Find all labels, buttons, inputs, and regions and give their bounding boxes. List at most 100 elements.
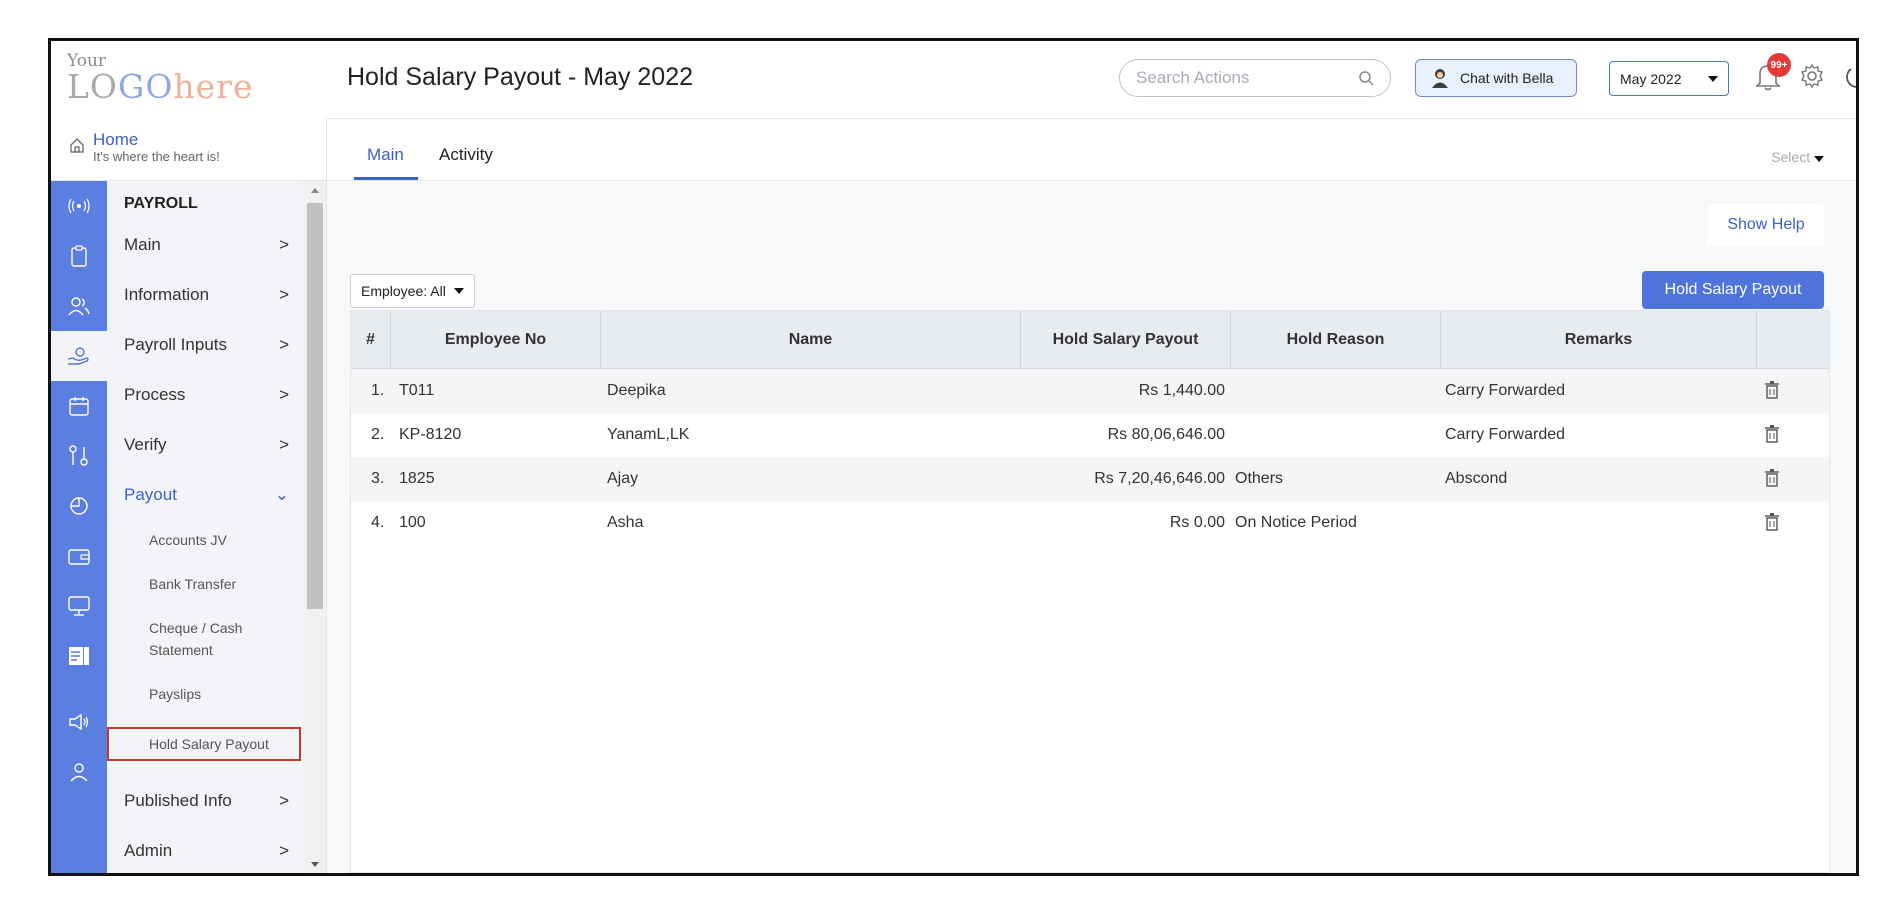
cell-employee-no: 1825 xyxy=(399,470,435,487)
sidebar-item-payout[interactable]: Payout ⌄ xyxy=(124,485,289,505)
cell-remarks: Carry Forwarded xyxy=(1445,426,1566,443)
month-select[interactable]: May 2022 xyxy=(1609,61,1729,96)
chevron-right-icon: > xyxy=(279,791,289,810)
search-icon xyxy=(1359,71,1374,86)
hold-salary-payout-button[interactable]: Hold Salary Payout xyxy=(1642,271,1824,309)
cell-num: 2. xyxy=(371,426,385,443)
cell-payout: Rs 7,20,46,646.00 xyxy=(1094,470,1225,487)
sidebar-item-main[interactable]: Main > xyxy=(124,235,289,255)
rail-monitor[interactable] xyxy=(51,581,107,631)
cell-payout: Rs 1,440.00 xyxy=(1138,382,1225,399)
sidebar-subitem-cheque-cash[interactable]: Cheque / Cash Statement xyxy=(149,617,289,661)
table-row: 1. T011 Deepika Rs 1,440.00 Carry Forwar… xyxy=(351,369,1829,413)
trash-icon[interactable] xyxy=(1765,425,1779,443)
active-tab-indicator xyxy=(354,177,418,180)
top-header: Hold Salary Payout - May 2022 Search Act… xyxy=(327,41,1856,119)
cell-reason: On Notice Period xyxy=(1235,514,1357,531)
cell-payout: Rs 0.00 xyxy=(1169,514,1225,531)
pie-chart-icon xyxy=(70,497,88,515)
sidebar-item-information[interactable]: Information > xyxy=(124,285,289,305)
trash-icon[interactable] xyxy=(1765,469,1779,487)
sidebar-section-title: PAYROLL xyxy=(124,195,198,212)
rail-users[interactable] xyxy=(51,281,107,331)
column-header-hold-reason[interactable]: Hold Reason xyxy=(1231,311,1441,369)
column-header-num[interactable]: # xyxy=(351,311,391,369)
tab-activity[interactable]: Activity xyxy=(439,145,493,165)
sidebar-item-verify[interactable]: Verify > xyxy=(124,435,289,455)
rail-clipboard[interactable] xyxy=(51,231,107,281)
caret-down-icon xyxy=(453,288,464,294)
cell-employee-no: T011 xyxy=(399,382,435,399)
logo-wordmark: LOGOhere xyxy=(67,67,254,106)
table-row: 4. 100 Asha Rs 0.00 On Notice Period xyxy=(351,501,1829,545)
tab-main[interactable]: Main xyxy=(367,145,404,165)
chevron-right-icon: > xyxy=(279,235,289,254)
notifications-button[interactable]: 99+ xyxy=(1755,53,1791,95)
employee-filter-dropdown[interactable]: Employee: All xyxy=(350,274,475,308)
sidebar-subitem-payslips[interactable]: Payslips xyxy=(149,683,289,705)
scrollbar-thumb[interactable] xyxy=(307,203,323,609)
wallet-icon xyxy=(68,549,90,565)
power-icon[interactable] xyxy=(1843,62,1859,90)
rail-announcements[interactable] xyxy=(51,697,107,747)
chevron-right-icon: > xyxy=(279,285,289,304)
table-header: # Employee No Name Hold Salary Payout Ho… xyxy=(351,311,1829,369)
scroll-up-icon[interactable] xyxy=(303,183,327,199)
search-input[interactable]: Search Actions xyxy=(1119,59,1391,97)
rail-document[interactable] xyxy=(51,631,107,681)
home-title: Home xyxy=(93,130,139,149)
cell-employee-no: KP-8120 xyxy=(399,426,462,443)
gear-icon[interactable] xyxy=(1799,63,1825,89)
main-content: Show Help Hold Salary Payout Employee: A… xyxy=(327,182,1856,873)
page-title: Hold Salary Payout - May 2022 xyxy=(347,63,694,91)
sidebar-item-process[interactable]: Process > xyxy=(124,385,289,405)
caret-down-icon xyxy=(1708,75,1718,82)
clipboard-icon xyxy=(71,245,87,267)
flow-icon xyxy=(69,445,88,466)
home-link[interactable]: Home It's where the heart is! xyxy=(51,119,327,181)
sidebar-scrollbar[interactable] xyxy=(303,181,327,873)
notification-badge: 99+ xyxy=(1767,53,1791,77)
trash-icon[interactable] xyxy=(1765,513,1779,531)
cell-payout: Rs 80,06,646.00 xyxy=(1107,426,1225,443)
chevron-down-icon: ⌄ xyxy=(274,485,289,504)
cell-name: Deepika xyxy=(607,382,666,399)
show-help-button[interactable]: Show Help xyxy=(1708,204,1824,246)
rail-broadcast[interactable] xyxy=(51,181,107,231)
column-header-employee-no[interactable]: Employee No xyxy=(391,311,601,369)
column-header-remarks[interactable]: Remarks xyxy=(1441,311,1757,369)
chat-with-bella-button[interactable]: Chat with Bella xyxy=(1415,59,1577,97)
rail-flow[interactable] xyxy=(51,431,107,481)
rail-profile[interactable] xyxy=(51,747,107,797)
sidebar-item-published-info[interactable]: Published Info > xyxy=(124,791,289,811)
sidebar-subitem-hold-salary-payout[interactable]: Hold Salary Payout xyxy=(149,733,289,755)
users-icon xyxy=(68,297,90,316)
select-dropdown[interactable]: Select xyxy=(1771,149,1824,165)
sidebar-item-admin[interactable]: Admin > xyxy=(124,841,289,861)
rail-payroll[interactable] xyxy=(51,331,107,381)
trash-icon[interactable] xyxy=(1765,381,1779,399)
cell-num: 1. xyxy=(371,382,385,399)
cell-num: 3. xyxy=(371,470,385,487)
rail-reports[interactable] xyxy=(51,481,107,531)
cell-num: 4. xyxy=(371,514,385,531)
table-row: 3. 1825 Ajay Rs 7,20,46,646.00 Others Ab… xyxy=(351,457,1829,501)
document-list-icon xyxy=(69,647,89,665)
sidebar-subitem-accounts-jv[interactable]: Accounts JV xyxy=(149,529,289,551)
search-placeholder: Search Actions xyxy=(1136,68,1250,87)
cell-remarks: Carry Forwarded xyxy=(1445,382,1566,399)
column-header-hold-salary-payout[interactable]: Hold Salary Payout xyxy=(1021,311,1231,369)
cell-remarks: Abscond xyxy=(1445,470,1508,487)
rail-wallet[interactable] xyxy=(51,531,107,581)
chevron-right-icon: > xyxy=(279,841,289,860)
sidebar-subitem-bank-transfer[interactable]: Bank Transfer xyxy=(149,573,289,595)
tab-bar: Main Activity Select xyxy=(327,119,1856,181)
home-subtitle: It's where the heart is! xyxy=(93,149,220,164)
chevron-right-icon: > xyxy=(279,335,289,354)
sidebar-item-payroll-inputs[interactable]: Payroll Inputs > xyxy=(124,335,289,355)
scroll-down-icon[interactable] xyxy=(303,857,327,873)
chevron-right-icon: > xyxy=(279,385,289,404)
column-header-name[interactable]: Name xyxy=(601,311,1021,369)
cell-employee-no: 100 xyxy=(399,514,426,531)
rail-calendar[interactable] xyxy=(51,381,107,431)
